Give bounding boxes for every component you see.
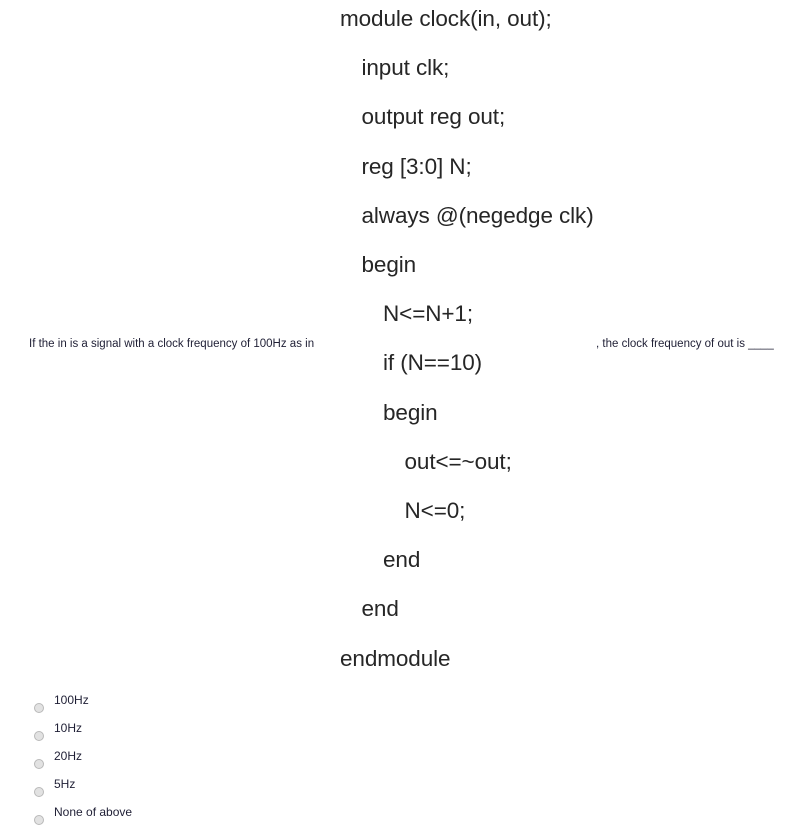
code-line: N<=0; xyxy=(404,498,466,523)
code-line: output reg out; xyxy=(361,104,506,130)
code-line: reg [3:0] N; xyxy=(361,153,472,179)
code-line: always @(negedge clk) xyxy=(361,202,594,228)
answer-option-label: None of above xyxy=(54,805,133,819)
code-line: N<=N+1; xyxy=(383,301,473,327)
radio-button-icon[interactable] xyxy=(34,815,44,825)
answer-option[interactable]: 10Hz xyxy=(0,720,300,748)
radio-button-icon[interactable] xyxy=(34,759,44,769)
answer-option-label: 5Hz xyxy=(54,777,76,791)
code-line: end xyxy=(383,547,421,573)
answer-option-label: 10Hz xyxy=(54,721,83,735)
code-line: begin xyxy=(383,399,438,425)
answer-option[interactable]: 5Hz xyxy=(0,776,300,804)
answer-options-list: 100Hz 10Hz 20Hz 5Hz None of above xyxy=(0,692,300,832)
question-text-right: , the clock frequency of out is ____ xyxy=(596,338,774,350)
code-line: out<=~out; xyxy=(404,448,512,474)
code-line: module clock(in, out); xyxy=(340,6,552,31)
question-text-left: If the in is a signal with a clock frequ… xyxy=(29,338,315,350)
code-line: begin xyxy=(361,252,417,277)
answer-option-label: 100Hz xyxy=(54,693,89,707)
answer-option[interactable]: 100Hz xyxy=(0,692,300,720)
answer-option[interactable]: None of above xyxy=(0,804,300,832)
radio-button-icon[interactable] xyxy=(34,731,44,741)
code-line: input clk; xyxy=(361,55,450,81)
code-line: endmodule xyxy=(340,645,451,671)
answer-option-label: 20Hz xyxy=(54,749,83,763)
radio-button-icon[interactable] xyxy=(34,703,44,713)
radio-button-icon[interactable] xyxy=(34,787,44,797)
code-line: end xyxy=(361,596,399,622)
code-line: if (N==10) xyxy=(383,350,483,376)
answer-option[interactable]: 20Hz xyxy=(0,748,300,776)
